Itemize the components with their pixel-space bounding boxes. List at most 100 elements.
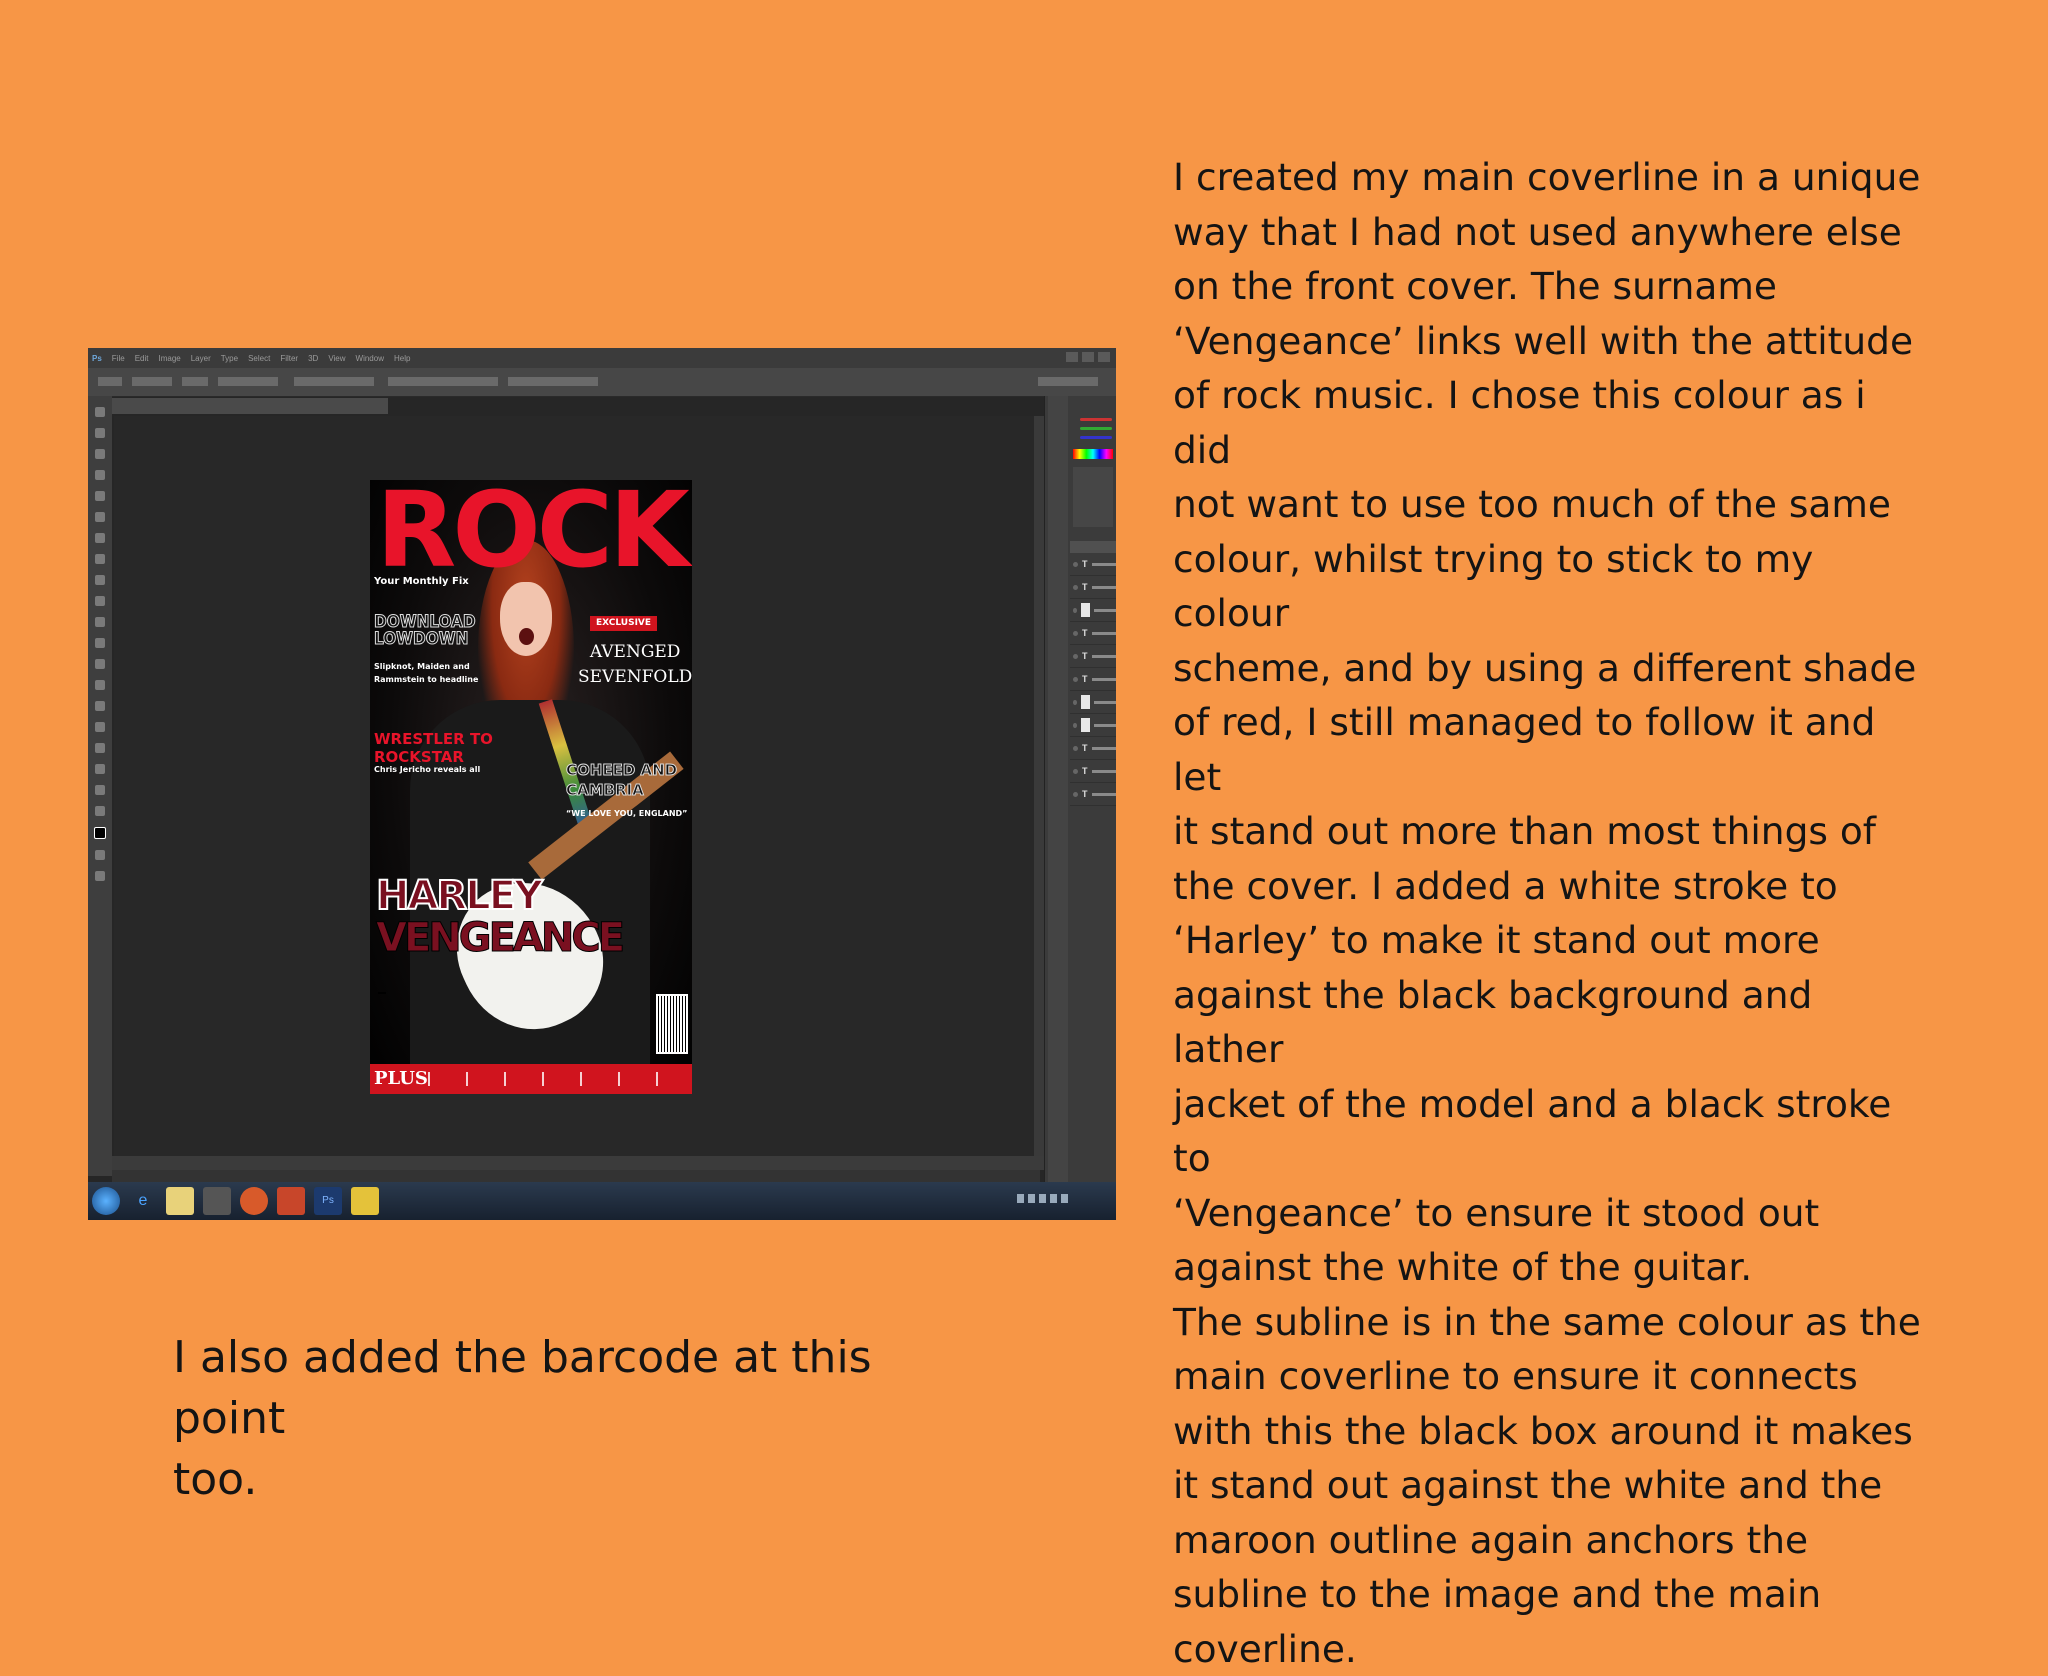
3d-mode-icons[interactable] [508, 377, 598, 386]
start-button[interactable] [92, 1187, 120, 1215]
gradient-tool-icon[interactable] [95, 638, 105, 648]
layers-list: T T T T T T T T [1070, 553, 1116, 806]
transform-controls-checkbox[interactable] [218, 377, 278, 386]
group-dropdown[interactable] [182, 377, 208, 386]
layers-panel-tabs[interactable] [1070, 541, 1116, 553]
visibility-eye-icon[interactable] [1073, 768, 1078, 774]
workspace-dropdown[interactable] [1038, 377, 1098, 386]
photoshop-logo: Ps [92, 353, 102, 363]
visibility-eye-icon[interactable] [1073, 561, 1078, 567]
healing-tool-icon[interactable] [95, 533, 105, 543]
visibility-eye-icon[interactable] [1073, 722, 1078, 728]
eyedropper-tool-icon[interactable] [95, 512, 105, 522]
main-subline [378, 992, 386, 994]
menu-filter[interactable]: Filter [280, 354, 298, 363]
layer-row[interactable]: T [1070, 783, 1116, 806]
layer-row[interactable] [1070, 714, 1116, 737]
layer-row[interactable]: T [1070, 576, 1116, 599]
document-tab[interactable] [112, 398, 388, 414]
menu-layer[interactable]: Layer [191, 354, 211, 363]
layer-row[interactable]: T [1070, 553, 1116, 576]
pen-tool-icon[interactable] [95, 701, 105, 711]
menu-file[interactable]: File [112, 354, 125, 363]
layer-row[interactable] [1070, 599, 1116, 622]
menu-type[interactable]: Type [221, 354, 238, 363]
internet-explorer-icon[interactable]: e [129, 1187, 157, 1215]
barcode [656, 994, 688, 1054]
visibility-eye-icon[interactable] [1073, 653, 1078, 659]
crop-tool-icon[interactable] [95, 491, 105, 501]
menu-select[interactable]: Select [248, 354, 270, 363]
stamp-tool-icon[interactable] [95, 575, 105, 585]
media-player-icon[interactable] [203, 1187, 231, 1215]
align-icons[interactable] [294, 377, 374, 386]
distribute-icons[interactable] [388, 377, 498, 386]
visibility-eye-icon[interactable] [1073, 745, 1078, 751]
menu-help[interactable]: Help [394, 354, 410, 363]
exclusive-badge: EXCLUSIVE [590, 616, 658, 631]
visibility-eye-icon[interactable] [1073, 699, 1078, 705]
tray-icon[interactable] [1050, 1194, 1057, 1203]
zoom-tool-icon[interactable] [95, 806, 105, 816]
visibility-eye-icon[interactable] [1073, 630, 1078, 636]
tray-icon[interactable] [1017, 1194, 1024, 1203]
visibility-eye-icon[interactable] [1073, 607, 1078, 613]
file-explorer-icon[interactable] [166, 1187, 194, 1215]
lasso-tool-icon[interactable] [95, 449, 105, 459]
layer-row[interactable]: T [1070, 622, 1116, 645]
path-select-icon[interactable] [95, 743, 105, 753]
tray-icon[interactable] [1039, 1194, 1046, 1203]
marquee-tool-icon[interactable] [95, 428, 105, 438]
color-spectrum[interactable] [1073, 449, 1113, 459]
menu-bar: Ps File Edit Image Layer Type Select Fil… [88, 348, 1116, 368]
hand-tool-icon[interactable] [95, 785, 105, 795]
quick-mask-icon[interactable] [95, 850, 105, 860]
quick-select-tool-icon[interactable] [95, 470, 105, 480]
brush-tool-icon[interactable] [95, 554, 105, 564]
menu-image[interactable]: Image [158, 354, 180, 363]
tool-preset-picker[interactable] [98, 377, 122, 386]
color-panel[interactable] [1070, 418, 1116, 439]
auto-select-checkbox[interactable] [132, 377, 172, 386]
layer-row[interactable]: T [1070, 645, 1116, 668]
layer-row[interactable] [1070, 691, 1116, 714]
screen-mode-icon[interactable] [95, 871, 105, 881]
type-tool-icon[interactable] [95, 722, 105, 732]
adjustments-panel[interactable] [1073, 467, 1113, 527]
browser-icon[interactable] [240, 1187, 268, 1215]
tray-icon[interactable] [1061, 1194, 1068, 1203]
paint-icon[interactable] [351, 1187, 379, 1215]
layer-row[interactable]: T [1070, 737, 1116, 760]
type-layer-icon: T [1082, 743, 1088, 753]
layer-name [1091, 585, 1116, 589]
visibility-eye-icon[interactable] [1073, 676, 1078, 682]
type-layer-icon: T [1082, 628, 1088, 638]
menu-window[interactable]: Window [356, 354, 384, 363]
menu-view[interactable]: View [328, 354, 345, 363]
history-brush-icon[interactable] [95, 596, 105, 606]
blur-tool-icon[interactable] [95, 659, 105, 669]
photoshop-taskbar-icon[interactable]: Ps [314, 1187, 342, 1215]
download-coverline: DOWNLOAD LOWDOWN [374, 612, 477, 649]
menu-3d[interactable]: 3D [308, 354, 318, 363]
jericho-subline: Chris Jericho reveals all [374, 765, 481, 774]
color-swatch-icon[interactable] [94, 827, 106, 839]
tray-icon[interactable] [1028, 1194, 1035, 1203]
layer-name [1091, 631, 1116, 635]
eraser-tool-icon[interactable] [95, 617, 105, 627]
layer-name [1094, 608, 1116, 612]
cover-tagline: Your Monthly Fix [374, 576, 469, 587]
close-button[interactable] [1098, 352, 1110, 362]
minimize-button[interactable] [1066, 352, 1078, 362]
menu-edit[interactable]: Edit [135, 354, 149, 363]
dodge-tool-icon[interactable] [95, 680, 105, 690]
visibility-eye-icon[interactable] [1073, 584, 1078, 590]
canvas-scrollbar[interactable] [1034, 416, 1044, 1164]
visibility-eye-icon[interactable] [1073, 791, 1078, 797]
maximize-button[interactable] [1082, 352, 1094, 362]
layer-row[interactable]: T [1070, 668, 1116, 691]
powerpoint-icon[interactable] [277, 1187, 305, 1215]
layer-row[interactable]: T [1070, 760, 1116, 783]
move-tool-icon[interactable] [95, 407, 105, 417]
shape-tool-icon[interactable] [95, 764, 105, 774]
